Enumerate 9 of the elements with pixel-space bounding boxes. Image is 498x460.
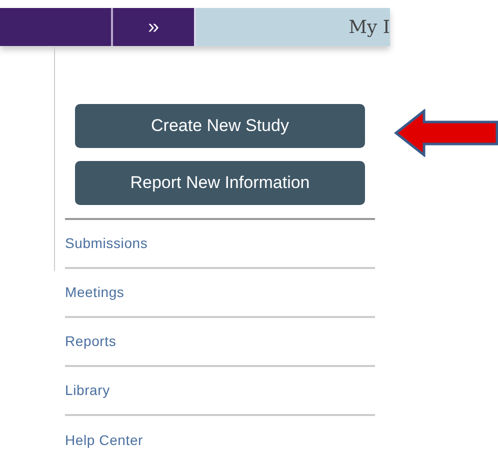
menu-link[interactable]: Help Center bbox=[65, 430, 144, 451]
menu-link[interactable]: Library bbox=[65, 380, 110, 401]
menu-link[interactable]: Submissions bbox=[65, 233, 148, 254]
page-title: My I bbox=[348, 16, 390, 40]
menu-link[interactable]: Meetings bbox=[65, 282, 124, 303]
action-button[interactable]: Create New Study bbox=[75, 104, 365, 148]
action-button[interactable]: Report New Information bbox=[75, 161, 365, 205]
menu-link[interactable]: Reports bbox=[65, 331, 116, 352]
arrow-icon bbox=[394, 109, 498, 157]
